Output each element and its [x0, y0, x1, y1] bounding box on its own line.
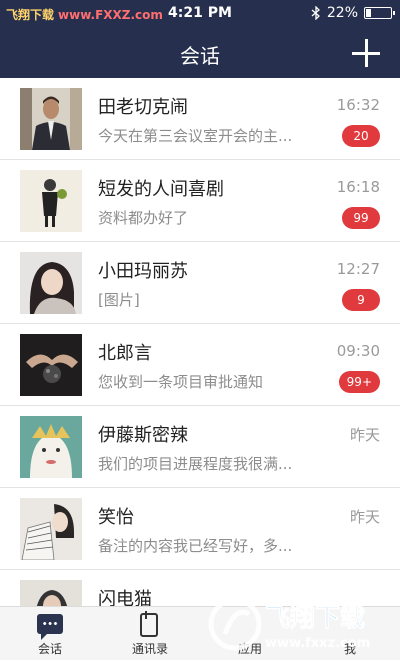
message-preview: 备注的内容我已经写好，多...: [98, 537, 293, 555]
avatar: [20, 88, 82, 150]
message-time: 昨天: [349, 426, 380, 444]
conversation-row[interactable]: 田老切克闹 今天在第三会议室开会的主... 16:32 20: [0, 78, 400, 160]
page-title: 会话: [180, 44, 220, 68]
tab-label: 会话: [37, 642, 62, 656]
message-time: 09:30: [336, 342, 380, 360]
add-icon[interactable]: [350, 37, 382, 69]
contact-name: 北郎言: [98, 343, 152, 364]
contact-name: 闪电猫: [98, 589, 152, 606]
tab-label: 通讯录: [131, 642, 168, 656]
svg-text:飞翔下载: 飞翔下载: [265, 603, 365, 632]
conversation-row[interactable]: 小田玛丽苏 [图片] 12:27 9: [0, 242, 400, 324]
contact-name: 田老切克闹: [98, 97, 188, 118]
tab-contacts[interactable]: 通讯录: [100, 607, 200, 661]
message-preview: 我们的项目进展程度我很满...: [98, 455, 293, 473]
message-time: 16:32: [336, 96, 380, 114]
message-preview: 资料都办好了: [98, 209, 189, 227]
bluetooth-icon: [311, 6, 320, 20]
unread-badge: 99+: [338, 371, 380, 393]
conversation-row[interactable]: 伊藤斯密辣 我们的项目进展程度我很满... 昨天: [0, 406, 400, 488]
message-time: 16:18: [336, 178, 380, 196]
chat-icon: [37, 614, 63, 640]
status-right: 22%: [311, 5, 395, 21]
message-time: 12:27: [336, 260, 380, 278]
avatar: [20, 416, 82, 478]
conversation-list[interactable]: 田老切克闹 今天在第三会议室开会的主... 16:32 20 短发的人间喜剧 资…: [0, 78, 400, 606]
avatar: [20, 170, 82, 232]
unread-badge: 20: [342, 125, 380, 147]
unread-badge: 9: [342, 289, 380, 311]
message-preview: 今天在第三会议室开会的主...: [98, 127, 293, 145]
conversation-row[interactable]: 笑怡 备注的内容我已经写好，多... 昨天: [0, 488, 400, 570]
avatar: [20, 252, 82, 314]
message-preview: [图片]: [98, 291, 140, 309]
contact-name: 短发的人间喜剧: [98, 179, 224, 200]
battery-icon: [364, 7, 395, 19]
avatar: [20, 334, 82, 396]
conversation-row[interactable]: 短发的人间喜剧 资料都办好了 16:18 99: [0, 160, 400, 242]
contact-name: 小田玛丽苏: [98, 261, 188, 282]
svg-text:www.fxxz.com: www.fxxz.com: [265, 636, 370, 651]
nav-bar: 会话: [0, 28, 400, 78]
status-bar: 飞翔下载 www.FXXZ.com 4:21 PM 22%: [0, 0, 400, 28]
battery-percent: 22%: [326, 5, 358, 21]
contact-name: 伊藤斯密辣: [98, 425, 188, 446]
watermark-logo: 飞翔下载 www.fxxz.com: [208, 597, 370, 651]
message-time: 昨天: [349, 508, 380, 526]
contact-name: 笑怡: [98, 507, 134, 528]
avatar: [20, 580, 82, 606]
unread-badge: 99: [342, 207, 380, 229]
tab-conversations[interactable]: 会话: [0, 607, 100, 661]
avatar: [20, 498, 82, 560]
conversation-row[interactable]: 北郎言 您收到一条项目审批通知 09:30 99+: [0, 324, 400, 406]
contacts-icon: [140, 611, 158, 637]
message-preview: 您收到一条项目审批通知: [98, 373, 264, 391]
